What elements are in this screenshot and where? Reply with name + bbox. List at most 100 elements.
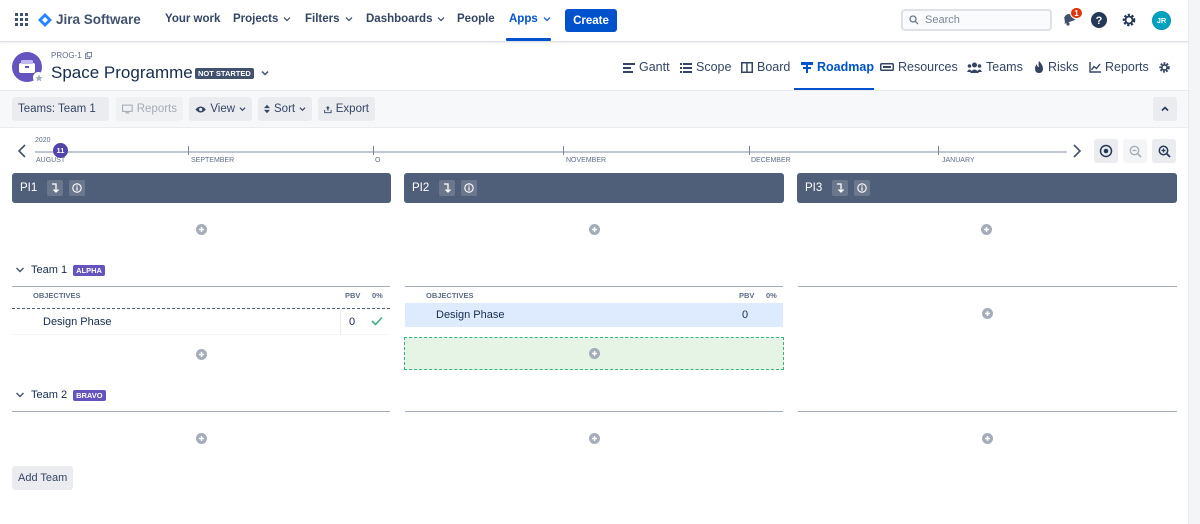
add-plus-icon[interactable] <box>589 224 600 235</box>
team-badge: BRAVO <box>73 389 106 401</box>
app-switcher-icon[interactable] <box>15 13 28 26</box>
timeline-current-marker[interactable]: 11 <box>53 143 68 158</box>
objective-row-selected[interactable]: Design Phase 0 <box>405 303 783 327</box>
settings-gear-icon[interactable] <box>1121 12 1137 28</box>
objective-pbv[interactable]: 0 <box>349 316 355 328</box>
view-dropdown[interactable]: View <box>189 97 252 121</box>
project-settings-gear-icon[interactable] <box>1158 61 1171 74</box>
info-icon[interactable] <box>461 180 478 196</box>
roadmap-icon <box>801 62 813 73</box>
team-1-header[interactable]: Team 1 ALPHA <box>15 264 105 276</box>
search-input[interactable] <box>925 14 1035 26</box>
sort-arrow-icon[interactable] <box>47 180 64 196</box>
column-divider <box>405 286 783 287</box>
tab-risks[interactable]: Risks <box>1034 60 1079 74</box>
team-name: Team 1 <box>31 264 68 276</box>
chevron-down-icon[interactable] <box>260 68 270 78</box>
timeline-year: 2020 <box>35 137 51 144</box>
nav-label: People <box>457 13 495 25</box>
sort-dropdown[interactable]: Sort <box>258 97 312 121</box>
user-avatar[interactable]: JR <box>1152 11 1171 30</box>
timeline-tick <box>563 146 564 155</box>
sort-label: Sort <box>274 103 296 115</box>
teams-filter-label: Teams: Team 1 <box>18 103 96 115</box>
chevron-down-icon <box>16 392 24 398</box>
add-plus-icon[interactable] <box>982 308 993 319</box>
timeline-prev-chevron-icon[interactable] <box>17 144 27 158</box>
vertical-scrollbar[interactable] <box>1188 0 1200 524</box>
timeline-track[interactable] <box>35 151 1067 153</box>
reports-button[interactable]: Reports <box>116 97 183 121</box>
help-icon[interactable]: ? <box>1091 12 1107 28</box>
tab-board[interactable]: Board <box>741 60 790 74</box>
search-field[interactable] <box>901 9 1052 31</box>
add-plus-icon[interactable] <box>589 433 600 444</box>
tab-scope[interactable]: Scope <box>680 60 731 74</box>
tab-label: Resources <box>898 60 958 74</box>
add-plus-icon[interactable] <box>196 224 207 235</box>
sort-arrow-icon[interactable] <box>439 180 456 196</box>
timeline-tick <box>373 146 374 155</box>
cell-divider <box>340 310 341 334</box>
increment-header-pi3[interactable]: PI3 <box>797 173 1177 203</box>
column-divider <box>798 286 1177 287</box>
project-key: PROG-1 <box>51 51 92 60</box>
sort-arrow-icon[interactable] <box>832 180 849 196</box>
copy-icon[interactable] <box>84 52 92 59</box>
chevron-down-icon <box>345 17 352 22</box>
add-plus-icon[interactable] <box>196 349 207 360</box>
tab-gantt[interactable]: Gantt <box>623 60 670 74</box>
nav-people[interactable]: People <box>457 13 495 25</box>
zoom-out-icon <box>1129 145 1142 158</box>
check-icon[interactable] <box>371 316 383 326</box>
info-icon[interactable] <box>854 180 871 196</box>
nav-filters[interactable]: Filters <box>305 13 353 25</box>
timeline-month-label: AUGUST <box>36 157 66 164</box>
nav-projects[interactable]: Projects <box>233 13 291 25</box>
nav-your-work[interactable]: Your work <box>165 13 220 25</box>
add-plus-icon[interactable] <box>981 224 992 235</box>
roadmap-toolbar: Teams: Team 1 Reports View Sort Export <box>0 91 1188 128</box>
risks-icon <box>1035 61 1043 73</box>
objective-name: Design Phase <box>436 309 505 321</box>
zoom-out-button[interactable] <box>1123 139 1147 163</box>
search-icon <box>909 15 919 25</box>
zoom-in-button[interactable] <box>1152 139 1176 163</box>
resources-icon <box>880 63 894 71</box>
timeline-month-label: SEPTEMBER <box>191 157 235 164</box>
teams-filter-dropdown[interactable]: Teams: Team 1 <box>12 97 109 121</box>
timeline-month-label: O <box>375 157 381 164</box>
project-status-badge: NOT STARTED <box>195 68 254 79</box>
tab-teams[interactable]: Teams <box>967 60 1023 74</box>
create-button[interactable]: Create <box>565 9 617 32</box>
chevron-down-icon <box>543 17 551 22</box>
chevron-down-icon <box>16 267 24 273</box>
nav-apps[interactable]: Apps <box>509 13 551 25</box>
tab-resources[interactable]: Resources <box>880 60 958 74</box>
jira-logo[interactable]: Jira Software <box>38 12 141 27</box>
focus-today-button[interactable] <box>1094 139 1118 163</box>
scope-icon <box>680 62 692 73</box>
nav-label: Apps <box>509 13 538 25</box>
info-icon[interactable] <box>69 180 86 196</box>
increment-header-pi2[interactable]: PI2 <box>404 173 784 203</box>
collapse-header-button[interactable] <box>1153 97 1177 121</box>
nav-dashboards[interactable]: Dashboards <box>366 13 445 25</box>
team-2-header[interactable]: Team 2 BRAVO <box>15 389 106 401</box>
timeline-month-label: NOVEMBER <box>566 157 607 164</box>
timeline-next-chevron-icon[interactable] <box>1072 144 1082 158</box>
add-plus-icon[interactable] <box>982 433 993 444</box>
increment-header-pi1[interactable]: PI1 <box>12 173 391 203</box>
objective-row[interactable]: Design Phase 0 <box>12 310 390 334</box>
objective-pbv[interactable]: 0 <box>742 309 748 321</box>
star-icon[interactable] <box>33 72 44 83</box>
timeline-tick <box>188 146 189 155</box>
tab-roadmap[interactable]: Roadmap <box>801 60 874 74</box>
export-button[interactable]: Export <box>318 97 375 121</box>
sort-icon <box>264 104 271 114</box>
tab-reports[interactable]: Reports <box>1089 60 1149 74</box>
objective-drop-zone[interactable] <box>404 337 784 370</box>
add-plus-icon[interactable] <box>196 433 207 444</box>
add-team-button[interactable]: Add Team <box>12 466 74 490</box>
add-plus-icon[interactable] <box>589 348 600 359</box>
